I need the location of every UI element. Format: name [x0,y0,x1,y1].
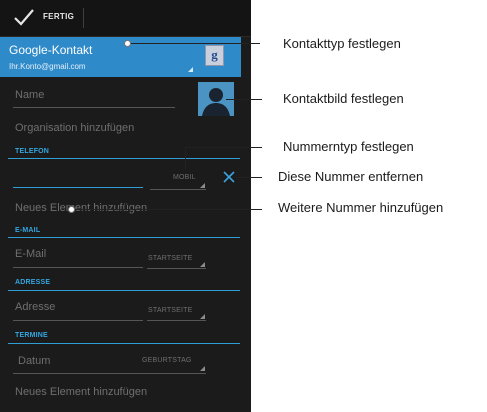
address-section-line [8,290,240,291]
email-type-dropdown-icon [200,262,205,267]
callout-line-contact-type [127,43,260,44]
account-email: Ihr.Konto@gmail.com [9,62,86,71]
done-label: FERTIG [43,12,75,21]
add-organisation-button[interactable]: Organisation hinzufügen [15,122,134,134]
callout-remove-number: Diese Nummer entfernen [278,169,424,184]
address-type-selector[interactable]: STARTSEITE [148,307,193,314]
phone-type-dropdown-icon [200,183,205,188]
callout-contact-type: Kontakttyp festlegen [283,36,401,51]
phone-type-underline [150,189,206,190]
date-type-selector[interactable]: GEBURTSTAG [142,357,192,364]
address-underline [13,320,143,321]
date-type-dropdown-icon [200,366,205,371]
callout-add-number: Weitere Nummer hinzufügen [278,200,444,215]
add-date-button[interactable]: Neues Element hinzufügen [15,386,147,398]
toolbar-divider [83,8,84,28]
date-input[interactable]: Datum [18,355,50,367]
callout-line-number-type-v [185,147,186,170]
address-type-dropdown-icon [200,314,205,319]
email-section-header: E-MAIL [15,227,41,234]
email-type-underline [147,268,206,269]
email-type-selector[interactable]: STARTSEITE [148,255,193,262]
address-section-header: ADRESSE [15,279,51,286]
date-underline [13,373,143,374]
name-input[interactable]: Name [15,89,44,101]
google-account-icon: g [205,45,224,66]
callout-dot-add-number [68,206,75,213]
callout-line-add-number [71,209,262,210]
callout-line-number-type-h [185,147,262,148]
action-bar: FERTIG [0,0,251,37]
callout-line-contact-photo [226,99,262,100]
dates-section-header: TERMINE [15,332,48,339]
email-underline [13,267,143,268]
date-type-underline [139,373,206,374]
account-name: Google-Kontakt [9,43,93,57]
phone-input-underline [13,187,143,188]
add-phone-button[interactable]: Neues Element hinzufügen [15,202,147,214]
contact-edit-screen: FERTIG Google-Kontakt Ihr.Konto@gmail.co… [0,0,251,412]
address-type-underline [147,320,206,321]
dropdown-indicator-icon [188,67,193,72]
dates-section-line [8,343,240,344]
callout-line-remove-number [236,177,262,178]
address-input[interactable]: Adresse [15,301,55,313]
phone-section-header: TELEFON [15,148,50,155]
name-underline [13,107,175,108]
callout-number-type: Nummerntyp festlegen [283,139,414,154]
phone-section-line [8,158,240,159]
phone-type-selector[interactable]: MOBIL [173,174,196,181]
remove-number-icon[interactable] [222,170,236,184]
callout-dot-contact-type [124,40,131,47]
email-input[interactable]: E-Mail [15,248,46,260]
email-section-line [8,237,240,238]
done-button[interactable]: FERTIG [0,0,84,36]
check-icon [14,9,34,26]
callout-contact-photo: Kontaktbild festlegen [283,91,404,106]
